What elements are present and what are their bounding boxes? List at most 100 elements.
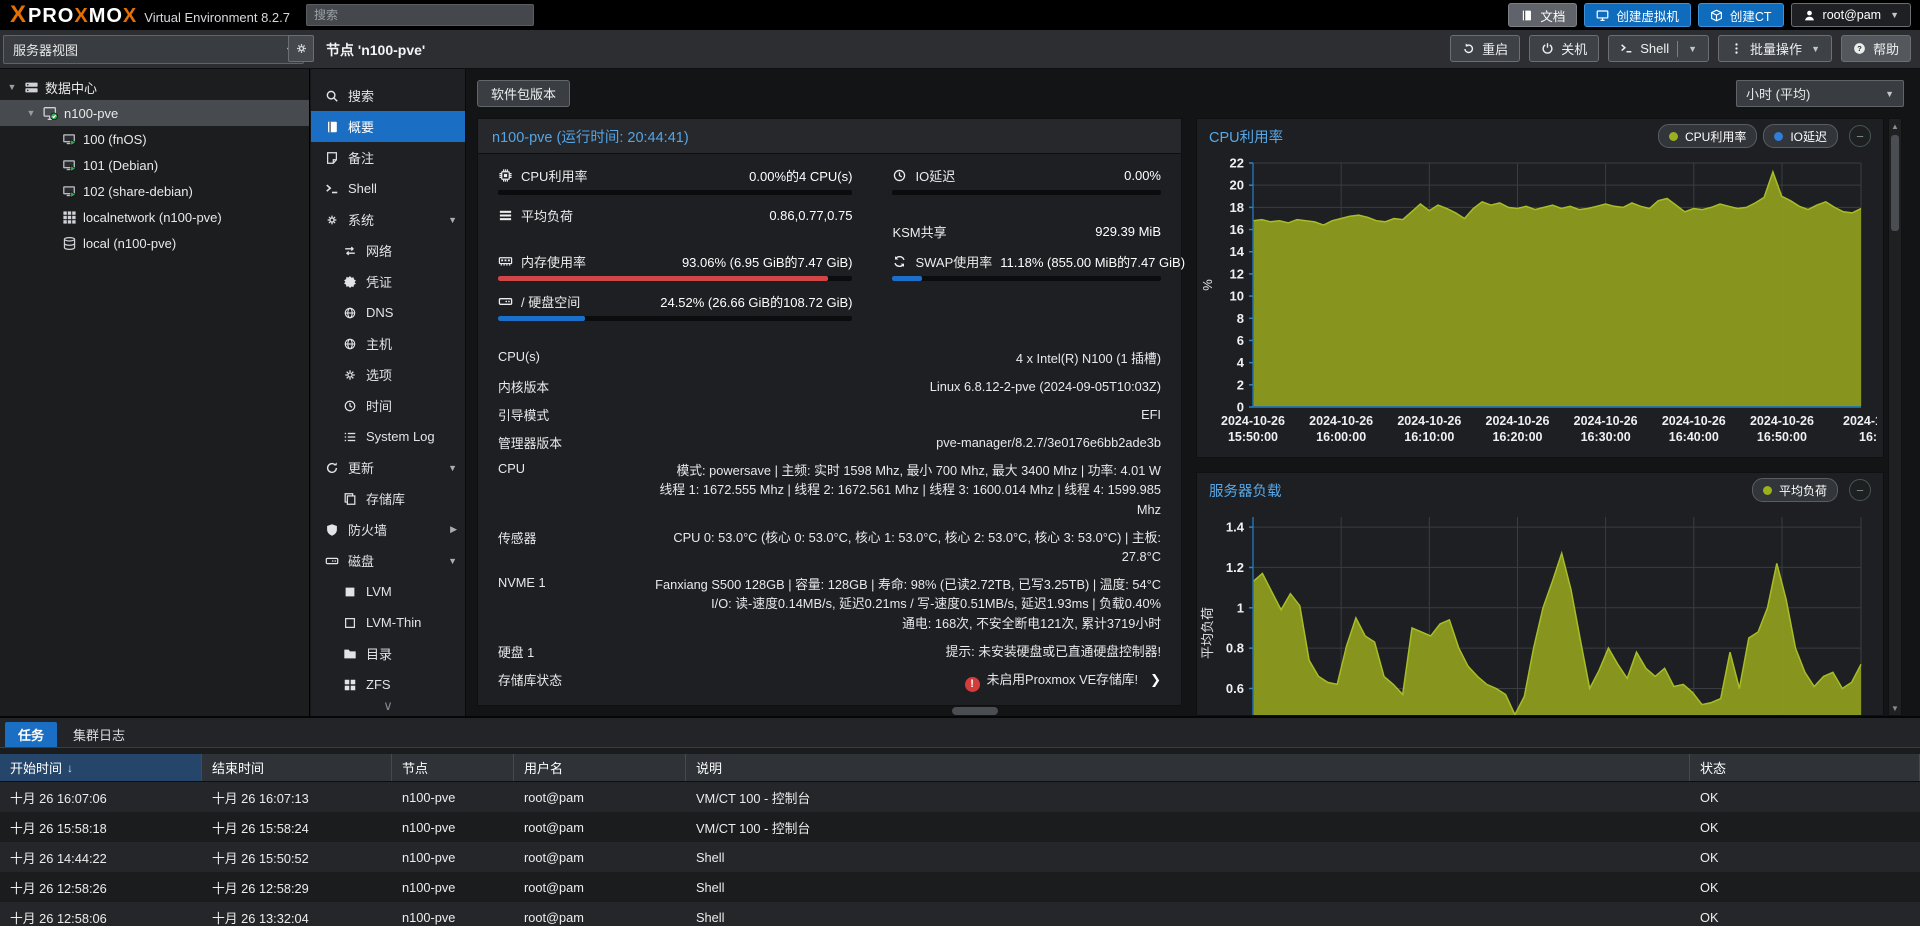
gauge-value: 0.86,0.77,0.75 [769,208,852,223]
package-versions-button[interactable]: 软件包版本 [477,80,570,107]
chart-title: CPU利用率 [1209,126,1283,147]
create-ct-button[interactable]: 创建CT [1698,3,1784,27]
menu-item--[interactable]: 更新▼ [311,452,465,483]
tree-item-n100-pve[interactable]: ▼n100-pve [0,100,309,126]
column-header--[interactable]: 结束时间 [202,754,392,781]
tree-item-101-debian-[interactable]: 101 (Debian) [0,152,309,178]
legend-item-io-[interactable]: IO延迟 [1763,124,1838,148]
menu-item--[interactable]: 系统▼ [311,204,465,235]
menu-item--[interactable]: 磁盘▼ [311,545,465,576]
network-grid-icon [62,210,77,225]
menu-item--[interactable]: 存储库 [311,483,465,514]
scroll-up-arrow-icon[interactable]: ▲ [1889,119,1901,133]
task-row[interactable]: 十月 26 16:07:06十月 26 16:07:13n100-pveroot… [0,782,1920,812]
help-button[interactable]: ?帮助 [1841,35,1911,62]
task-cell: OK [1690,790,1920,805]
svg-text:2024-10-26: 2024-10-26 [1574,414,1638,428]
bulk-actions-button[interactable]: 批量操作▼ [1718,35,1832,62]
info-label: CPU [498,461,648,519]
menu-item--[interactable]: 网络 [311,235,465,266]
task-table-header: 开始时间↓结束时间节点用户名说明状态 [0,754,1920,782]
shutdown-button[interactable]: 关机 [1529,35,1599,62]
svg-text:16: 16 [1230,222,1244,237]
task-row[interactable]: 十月 26 12:58:26十月 26 12:58:29n100-pveroot… [0,872,1920,902]
legend-item--[interactable]: 平均负荷 [1752,478,1838,502]
proxmox-logo-text: PROXMOX [28,6,137,26]
proxmox-app: X PROXMOX Virtual Environment 8.2.7 文档 创… [0,0,1920,926]
menu-item-zfs[interactable]: ZFS [311,669,465,700]
task-cell: 十月 26 13:32:04 [202,908,392,926]
tree-item--[interactable]: ▼ 数据中心 [0,74,309,100]
caret-right-icon[interactable]: ▶ [450,524,457,535]
menu-item--[interactable]: 选项 [311,359,465,390]
task-cell: n100-pve [392,790,514,805]
menu-item--[interactable]: 主机 [311,328,465,359]
tree-item-100-fnos-[interactable]: 100 (fnOS) [0,126,309,152]
menu-item-shell[interactable]: Shell [311,173,465,204]
chart-body: 0.40.60.811.21.4平均负荷2024-10-2615:50:0020… [1197,507,1883,716]
column-header--[interactable]: 用户名 [514,754,686,781]
tree-item-label: local (n100-pve) [83,236,176,251]
restart-button[interactable]: 重启 [1450,35,1520,62]
tab--[interactable]: 集群日志 [60,722,138,747]
column-header--[interactable]: 说明 [686,754,1690,781]
tree-item-label: 数据中心 [45,78,97,97]
legend-item-cpu-[interactable]: CPU利用率 [1658,124,1757,148]
menu-item-label: LVM [366,584,457,599]
info-label: CPU(s) [498,349,648,368]
menu-item--[interactable]: 备注 [311,142,465,173]
chart-collapse-icon[interactable]: − [1849,125,1871,147]
gauges: CPU利用率0.00%的4 CPU(s)平均负荷0.86,0.77,0.75内存… [498,166,1161,332]
column-header--[interactable]: 开始时间↓ [0,754,202,781]
caret-down-icon[interactable]: ▼ [448,556,457,566]
menu-item-system-log[interactable]: System Log [311,421,465,452]
scrollbar-thumb[interactable] [1891,135,1899,231]
menu-item--[interactable]: 搜索 [311,80,465,111]
info-value: 4 x Intel(R) N100 (1 插槽) [648,349,1161,368]
tab--[interactable]: 任务 [5,722,57,747]
svg-text:16:50:00: 16:50:00 [1757,430,1807,444]
horizontal-scrollbar-thumb[interactable] [952,707,998,715]
caret-down-icon[interactable]: ▼ [6,82,18,92]
menu-item--[interactable]: 防火墙▶ [311,514,465,545]
info-row--: 传感器CPU 0: 53.0°C (核心 0: 53.0°C, 核心 1: 53… [498,523,1161,570]
view-settings-button[interactable] [288,35,314,62]
caret-down-icon[interactable]: ▼ [25,108,37,118]
create-vm-button[interactable]: 创建虚拟机 [1584,3,1691,27]
info-value[interactable]: !未启用Proxmox VE存储库!❯ [648,670,1161,692]
menu-item-dns[interactable]: DNS [311,297,465,328]
column-header--[interactable]: 状态 [1690,754,1920,781]
chevron-right-icon[interactable]: ❯ [1150,672,1161,687]
task-row[interactable]: 十月 26 14:44:22十月 26 15:50:52n100-pveroot… [0,842,1920,872]
menu-item--[interactable]: 时间 [311,390,465,421]
column-header--[interactable]: 节点 [392,754,514,781]
task-cell: VM/CT 100 - 控制台 [686,818,1690,837]
tree-item-localnetwork-n100-pve-[interactable]: localnetwork (n100-pve) [0,204,309,230]
warning-icon: ! [965,677,980,692]
user-menu-button[interactable]: root@pam▼ [1791,3,1911,27]
topbar-actions: 文档 创建虚拟机 创建CT root@pam▼ [1508,3,1920,27]
task-row[interactable]: 十月 26 12:58:06十月 26 13:32:04n100-pveroot… [0,902,1920,926]
menu-item-lvm-thin[interactable]: LVM-Thin [311,607,465,638]
tree-item-102-share-debian-[interactable]: 102 (share-debian) [0,178,309,204]
caret-down-icon[interactable]: ▼ [448,463,457,473]
chevron-down-icon: ▼ [1890,10,1899,20]
menu-item--[interactable]: 凭证 [311,266,465,297]
shell-button[interactable]: Shell▼ [1608,35,1709,62]
scroll-down-arrow-icon[interactable]: ▼ [1889,701,1901,715]
task-cell: 十月 26 16:07:13 [202,788,392,807]
menu-item--[interactable]: 目录 [311,638,465,669]
global-search-input[interactable] [306,4,534,26]
svg-text:2024-10-26: 2024-10-26 [1750,414,1814,428]
tree-item-local-n100-pve-[interactable]: local (n100-pve) [0,230,309,256]
chart-collapse-icon[interactable]: − [1849,479,1871,501]
chart-period-select[interactable]: 小时 (平均)▼ [1736,80,1904,107]
task-row[interactable]: 十月 26 15:58:18十月 26 15:58:24n100-pveroot… [0,812,1920,842]
documentation-button[interactable]: 文档 [1508,3,1577,27]
server-view-select[interactable]: 服务器视图▼ [3,35,304,64]
caret-down-icon[interactable]: ▼ [448,215,457,225]
menu-scroll-down-icon[interactable]: ∨ [311,698,465,714]
vm-running-icon [62,132,77,147]
menu-item-lvm[interactable]: LVM [311,576,465,607]
menu-item--[interactable]: 概要 [311,111,465,142]
